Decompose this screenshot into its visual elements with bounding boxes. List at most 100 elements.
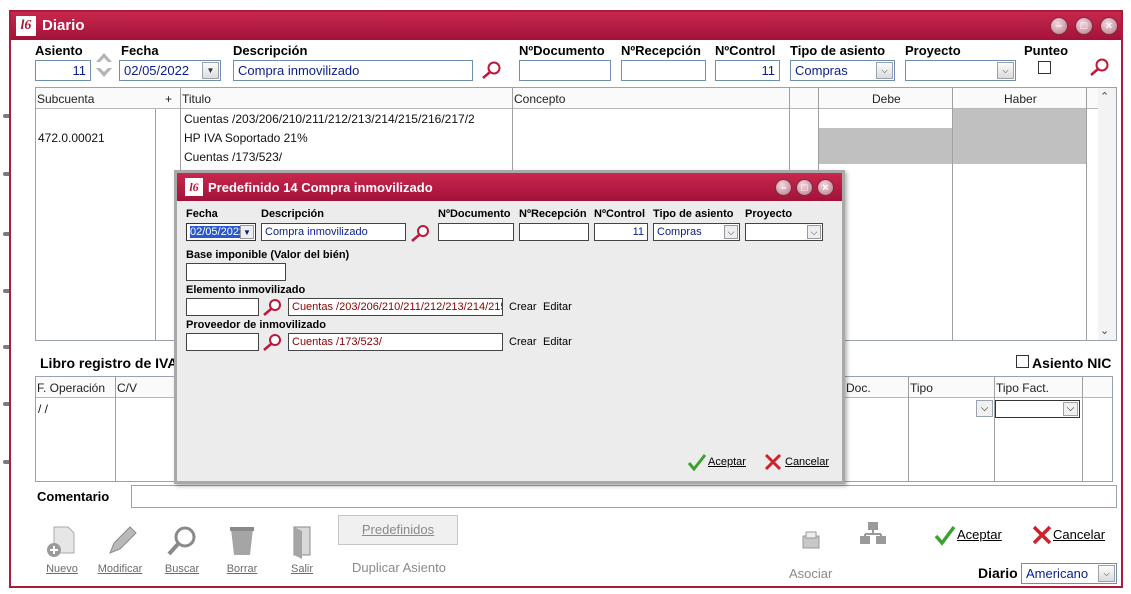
modificar-button[interactable]: Modificar — [95, 523, 145, 575]
col-haber[interactable]: Haber — [1004, 92, 1037, 106]
proveedor-crear-link[interactable]: Crear — [509, 336, 537, 348]
ndocumento-label: NºDocumento — [519, 43, 605, 58]
minimize-button[interactable]: – — [1050, 17, 1068, 35]
dialog-close-button[interactable]: × — [817, 179, 834, 196]
dialog-descripcion-label: Descripción — [261, 208, 324, 220]
dialog-maximize-button[interactable]: □ — [796, 179, 813, 196]
proyecto-label: Proyecto — [905, 43, 961, 58]
proyecto-select[interactable]: ⌵ — [905, 60, 1016, 81]
proveedor-editar-link[interactable]: Editar — [543, 336, 572, 348]
asociar-button[interactable]: Asociar — [789, 566, 832, 581]
nrecepcion-field[interactable] — [621, 60, 706, 81]
table-row[interactable]: Cuentas /203/206/210/211/212/213/214/215… — [184, 112, 475, 126]
col-debe[interactable]: Debe — [872, 92, 901, 106]
elemento-crear-link[interactable]: Crear — [509, 301, 537, 313]
asiento-spinner[interactable] — [94, 48, 114, 82]
base-imponible-field[interactable] — [186, 263, 286, 281]
window-title: Diario — [42, 17, 85, 34]
comentario-field[interactable] — [131, 485, 1117, 508]
col-subcuenta[interactable]: Subcuenta — [37, 92, 94, 106]
grid-scrollbar[interactable] — [1098, 88, 1116, 340]
search-proveedor-icon[interactable] — [262, 332, 284, 352]
chevron-down-icon[interactable]: ⌵ — [724, 225, 738, 239]
dialog-proyecto-select[interactable]: ⌵ — [745, 223, 823, 241]
proveedor-name-field[interactable]: Cuentas /173/523/ — [288, 333, 503, 351]
ncontrol-field[interactable]: 11 — [715, 60, 780, 81]
chevron-down-icon[interactable]: ⌵ — [997, 62, 1014, 79]
col-f-operacion[interactable]: F. Operación — [37, 381, 105, 395]
dialog-nrecepcion-field[interactable] — [519, 223, 589, 241]
punteo-checkbox[interactable] — [1038, 61, 1051, 74]
subcuenta-cell[interactable]: 472.0.00021 — [38, 131, 105, 145]
col-concepto[interactable]: Concepto — [514, 92, 565, 106]
dialog-minimize-button[interactable]: – — [775, 179, 792, 196]
calendar-dropdown-icon[interactable]: ▼ — [202, 62, 219, 79]
tipo-asiento-select[interactable]: Compras ⌵ — [790, 60, 895, 81]
nrecepcion-label: NºRecepción — [621, 43, 701, 58]
elemento-name-field[interactable]: Cuentas /203/206/210/211/212/213/214/215 — [288, 298, 503, 316]
chevron-down-icon[interactable]: ⌄ — [1100, 324, 1109, 337]
col-tipo[interactable]: Tipo — [910, 381, 933, 395]
table-row[interactable]: HP IVA Soportado 21% — [184, 131, 308, 145]
dialog-ndocumento-field[interactable] — [438, 223, 514, 241]
check-icon[interactable] — [687, 452, 707, 472]
tipo-fact-select[interactable]: ⌵ — [995, 400, 1080, 418]
chevron-down-icon[interactable]: ⌵ — [976, 400, 993, 417]
dialog-ncontrol-field[interactable]: 11 — [594, 223, 648, 241]
title-bar[interactable]: l6 Diario – □ × — [11, 12, 1121, 40]
dialog-cancelar-button[interactable]: Cancelar — [785, 456, 829, 468]
col-tipo-fact[interactable]: Tipo Fact. — [996, 381, 1049, 395]
nuevo-button[interactable]: Nuevo — [37, 523, 87, 575]
maximize-button[interactable]: □ — [1075, 17, 1093, 35]
f-operacion-cell[interactable]: / / — [38, 402, 48, 416]
exit-door-icon — [293, 526, 311, 559]
asiento-nic-checkbox[interactable] — [1016, 355, 1029, 368]
elemento-code-field[interactable] — [186, 298, 259, 316]
search-descripcion-icon[interactable] — [410, 223, 432, 243]
close-button[interactable]: × — [1100, 17, 1118, 35]
aceptar-button[interactable]: Aceptar — [957, 527, 1002, 542]
magnifier-icon — [167, 526, 196, 556]
comentario-label: Comentario — [37, 489, 110, 504]
asiento-field[interactable]: 11 — [35, 60, 91, 81]
duplicar-asiento-button[interactable]: Duplicar Asiento — [352, 560, 446, 575]
dialog-descripcion-field[interactable]: Compra inmovilizado — [261, 223, 406, 241]
calendar-dropdown-icon[interactable]: ▼ — [240, 225, 254, 239]
dialog-fecha-field[interactable]: 02/05/2022 ▼ — [186, 223, 256, 241]
buscar-button[interactable]: Buscar — [157, 523, 207, 575]
salir-button[interactable]: Salir — [277, 523, 327, 575]
chevron-down-icon[interactable]: ⌵ — [1098, 565, 1115, 582]
chevron-down-icon[interactable]: ⌵ — [876, 62, 893, 79]
col-doc[interactable]: Doc. — [846, 381, 871, 395]
elemento-label: Elemento inmovilizado — [186, 284, 306, 296]
col-cv[interactable]: C/V — [117, 381, 137, 395]
dialog-title-bar[interactable]: l6 Predefinido 14 Compra inmovilizado – … — [177, 173, 842, 201]
cancelar-button[interactable]: Cancelar — [1053, 527, 1105, 542]
buscar-label: Buscar — [164, 563, 200, 575]
predefinidos-button[interactable]: Predefinidos — [338, 515, 458, 545]
search-icon[interactable] — [1089, 57, 1111, 77]
elemento-editar-link[interactable]: Editar — [543, 301, 572, 313]
chevron-down-icon[interactable]: ⌵ — [1063, 402, 1078, 416]
diario-value: Americano — [1026, 566, 1089, 581]
chevron-down-icon[interactable]: ⌵ — [807, 225, 821, 239]
dialog-aceptar-button[interactable]: Aceptar — [708, 456, 746, 468]
col-titulo[interactable]: Titulo — [182, 92, 211, 106]
chevron-up-icon[interactable]: ⌃ — [1100, 90, 1109, 103]
borrar-button[interactable]: Borrar — [217, 523, 267, 575]
col-plus[interactable]: + — [165, 92, 172, 106]
check-icon[interactable] — [934, 524, 956, 546]
cancel-x-icon[interactable] — [763, 452, 783, 472]
dialog-tipo-asiento-select[interactable]: Compras ⌵ — [653, 223, 740, 241]
ndocumento-field[interactable] — [519, 60, 611, 81]
search-descripcion-icon[interactable] — [481, 60, 503, 80]
search-elemento-icon[interactable] — [262, 297, 284, 317]
dialog-title: Predefinido 14 Compra inmovilizado — [208, 180, 433, 195]
table-row[interactable]: Cuentas /173/523/ — [184, 150, 282, 164]
diario-select[interactable]: Americano ⌵ — [1021, 563, 1117, 584]
proveedor-code-field[interactable] — [186, 333, 259, 351]
app-logo: l6 — [16, 16, 36, 36]
cancel-x-icon[interactable] — [1031, 524, 1053, 546]
fecha-field[interactable]: 02/05/2022 ▼ — [119, 60, 221, 81]
descripcion-field[interactable]: Compra inmovilizado — [233, 60, 473, 81]
